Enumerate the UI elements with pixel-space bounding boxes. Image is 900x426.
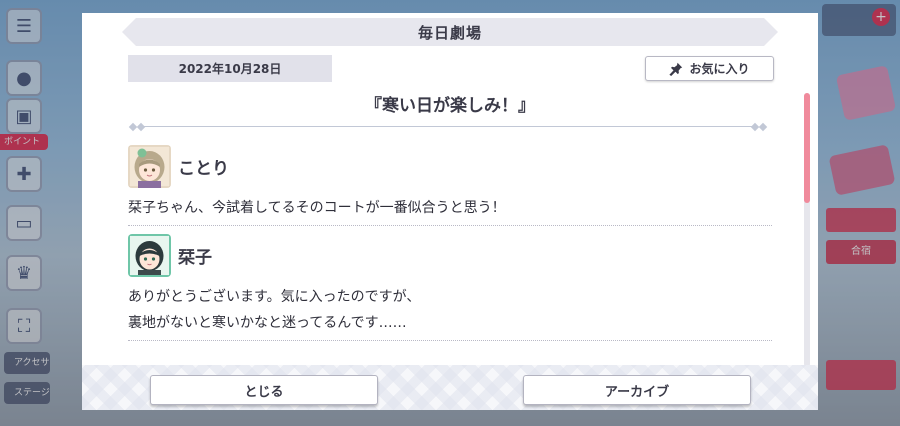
dialog-footer: とじる アーカイブ xyxy=(82,365,818,410)
dialogue-entry: 栞子 ありがとうございます。気に入ったのですが、 裏地がないと寒いかなと迷ってる… xyxy=(128,232,772,341)
shioriko-avatar xyxy=(128,233,171,277)
dialog-title: 毎日劇場 xyxy=(417,23,482,42)
close-button[interactable]: とじる xyxy=(150,375,378,405)
story-date: 2022年10月28日 xyxy=(128,55,332,82)
kotori-avatar xyxy=(128,144,171,188)
pin-icon xyxy=(669,62,683,76)
speaker-name: ことり xyxy=(178,158,229,179)
speaker-row: ことり xyxy=(128,143,772,189)
speaker-name: 栞子 xyxy=(178,247,212,268)
dialog-header: 毎日劇場 xyxy=(122,18,778,46)
scrollbar-thumb[interactable] xyxy=(804,93,810,203)
favorite-button[interactable]: お気に入り xyxy=(645,56,774,81)
dialogue-text: ありがとうございます。気に入ったのですが、 裏地がないと寒いかなと迷ってるんです… xyxy=(128,284,772,341)
title-divider xyxy=(128,122,768,132)
dialogue-entry: ことり 栞子ちゃん、今試着してるそのコートが一番似合うと思う！ xyxy=(128,143,772,226)
speaker-row: 栞子 xyxy=(128,232,772,278)
archive-button[interactable]: アーカイブ xyxy=(523,375,751,405)
favorite-label: お気に入り xyxy=(689,62,750,76)
scrollbar[interactable] xyxy=(804,93,810,367)
dialogue-text: 栞子ちゃん、今試着してるそのコートが一番似合うと思う！ xyxy=(128,195,772,226)
story-title: 『寒い日が楽しみ！』 xyxy=(365,96,535,116)
dialogue-scroll-area[interactable]: ことり 栞子ちゃん、今試着してるそのコートが一番似合うと思う！ 栞子 ありがとう… xyxy=(128,143,772,368)
daily-theater-dialog: 毎日劇場 2022年10月28日 お気に入り 『寒い日が楽しみ！』 ことり 栞子… xyxy=(82,13,818,410)
